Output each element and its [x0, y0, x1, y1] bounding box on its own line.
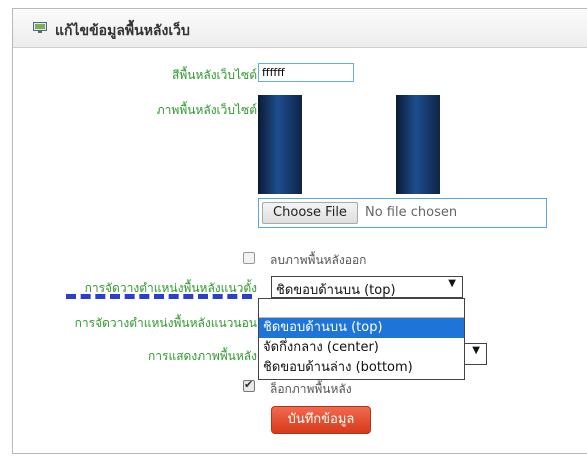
lock-image-checkbox[interactable] [243, 378, 255, 392]
preview-band-right [396, 95, 440, 194]
save-button[interactable]: บันทึกข้อมูล [271, 406, 371, 434]
page-title: แก้ไขข้อมูลพื้นหลังเว็บ [55, 23, 190, 39]
bg-color-label: สีพื้นหลังเว็บไซต์ [172, 68, 257, 82]
display-label: การแสดงภาพพื้นหลัง [148, 349, 257, 363]
horizontal-position-label: การจัดวางตำแหน่งพื้นหลังแนวนอน [74, 316, 257, 330]
dropdown-blank-row [259, 299, 464, 318]
monitor-icon [33, 22, 47, 33]
remove-image-checkbox[interactable] [243, 252, 255, 264]
remove-image-label: ลบภาพพื้นหลังออก [270, 253, 367, 267]
choose-file-button[interactable]: Choose File [262, 202, 358, 224]
file-status-text: No file chosen [365, 205, 458, 220]
bg-image-preview [258, 95, 440, 194]
lock-image-label: ล็อกภาพพื้นหลัง [270, 382, 352, 396]
dropdown-option[interactable]: ชิดขอบด้านล่าง (bottom) [259, 358, 464, 378]
bg-color-input[interactable] [258, 63, 354, 82]
dropdown-arrow-icon: ▼ [448, 278, 456, 289]
panel-header: แก้ไขข้อมูลพื้นหลังเว็บ [13, 9, 587, 48]
preview-band-left [258, 95, 302, 194]
dropdown-option[interactable]: ชิดขอบด้านบน (top) [259, 318, 464, 338]
dash-underline [66, 294, 252, 299]
bg-image-label: ภาพพื้นหลังเว็บไซต์ [156, 103, 257, 117]
vertical-position-dropdown[interactable]: ชิดขอบด้านบน (top) จัดกึ่งกลาง (center) … [258, 298, 465, 380]
vertical-position-select[interactable]: ชิดขอบด้านบน (top) ▼ [271, 276, 463, 298]
vertical-position-value: ชิดขอบด้านบน (top) [276, 283, 396, 298]
file-upload-field[interactable]: Choose File No file chosen [258, 198, 547, 228]
dropdown-option[interactable]: จัดกึ่งกลาง (center) [259, 338, 464, 358]
dropdown-arrow-icon: ▼ [472, 345, 480, 356]
